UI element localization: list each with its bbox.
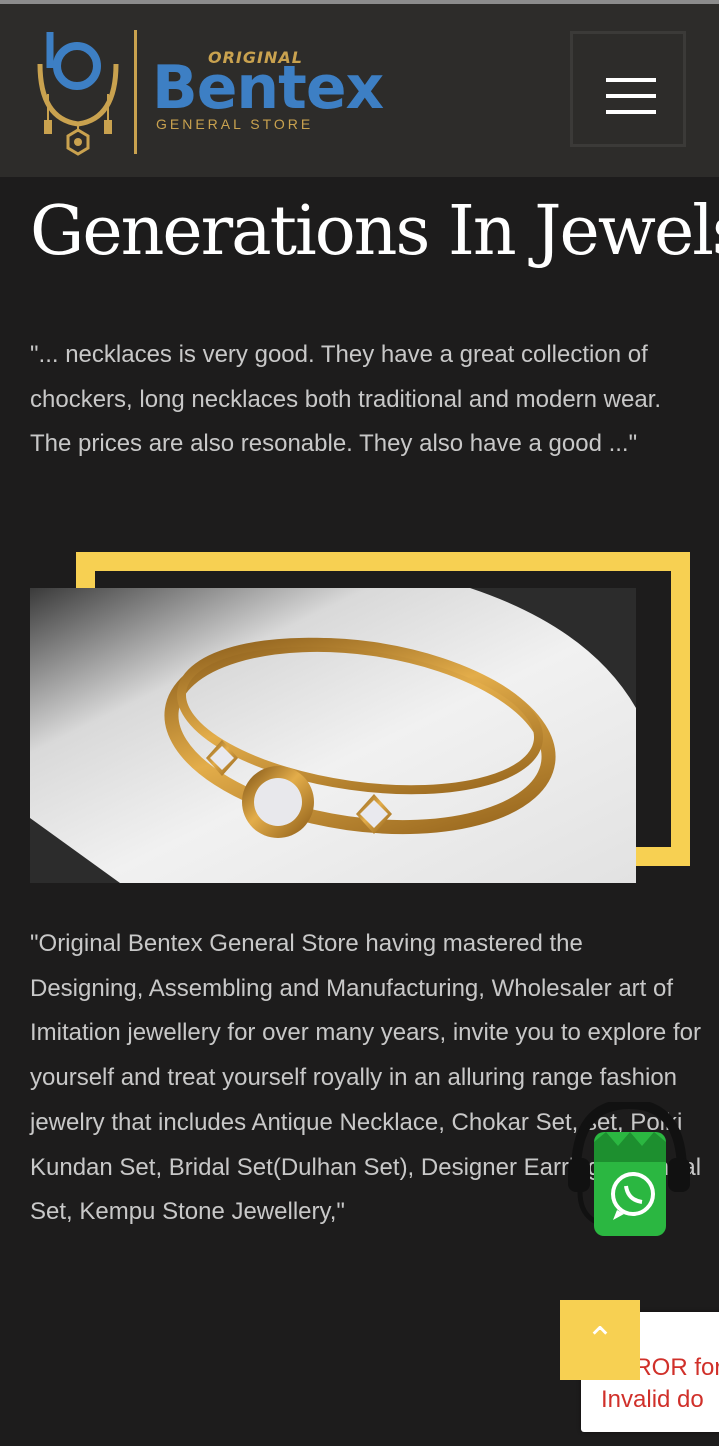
double-chevron-up-icon: ⌃ xyxy=(585,1320,615,1360)
site-logo[interactable]: Bentex ORIGINAL GENERAL STORE xyxy=(28,24,438,164)
whatsapp-icon xyxy=(568,1098,690,1236)
site-header: Bentex ORIGINAL GENERAL STORE xyxy=(0,4,719,177)
hamburger-icon-line xyxy=(606,94,656,98)
menu-button[interactable] xyxy=(570,31,686,147)
hamburger-icon xyxy=(606,78,656,82)
ring-photo xyxy=(30,588,636,883)
hamburger-icon-line xyxy=(606,110,656,114)
page-title: Generations In Jewels xyxy=(30,192,719,271)
scroll-to-top-button[interactable]: ⌃ xyxy=(560,1300,640,1380)
recaptcha-error-line2: Invalid do xyxy=(601,1386,704,1413)
logo-divider xyxy=(134,30,137,154)
logo-emblem-icon xyxy=(37,32,119,156)
logo-original-text: ORIGINAL xyxy=(208,48,303,67)
logo-tagline: GENERAL STORE xyxy=(156,116,314,132)
whatsapp-chat-button[interactable] xyxy=(566,1098,692,1242)
testimonial-quote: "... necklaces is very good. They have a… xyxy=(30,341,662,458)
